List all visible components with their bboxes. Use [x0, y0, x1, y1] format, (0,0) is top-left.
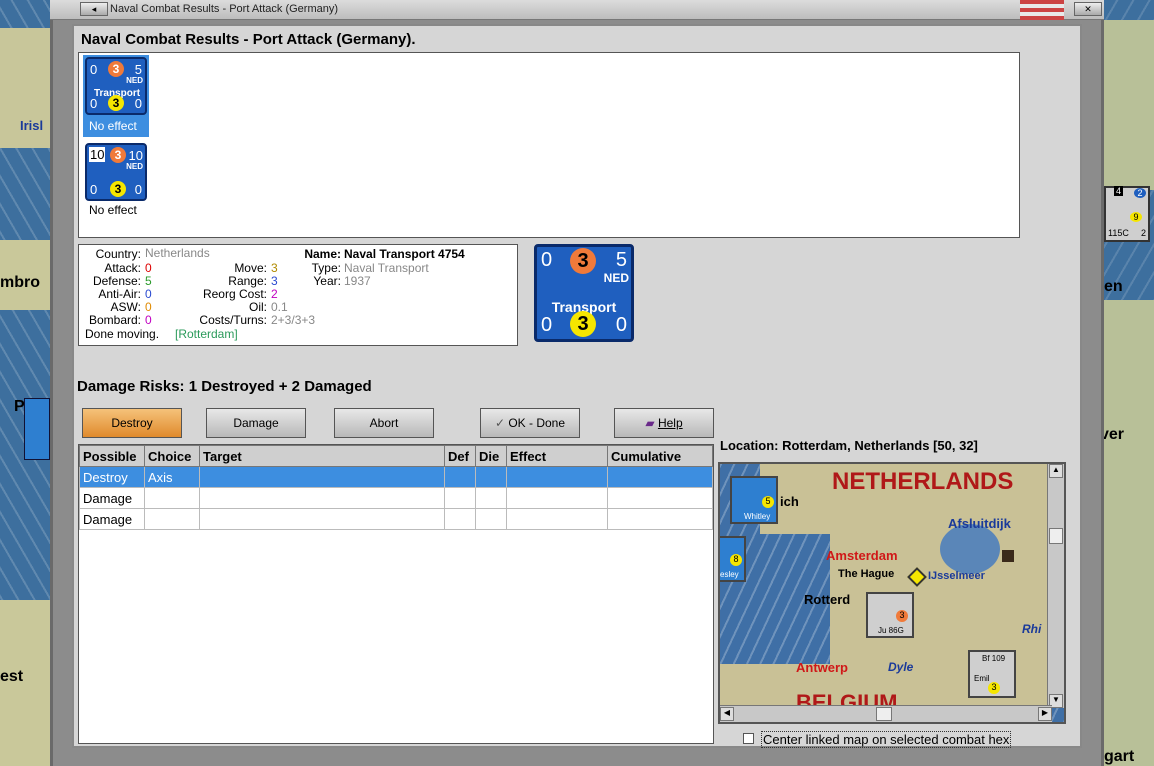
help-button[interactable]: ▰ Help — [614, 408, 714, 438]
abort-button[interactable]: Abort — [334, 408, 434, 438]
defense-value: 5 — [145, 274, 152, 288]
map-label-the-hague: The Hague — [838, 568, 895, 580]
column-header-effect[interactable]: Effect — [506, 445, 608, 467]
column-header-def[interactable]: Def — [444, 445, 476, 467]
center-map-checkbox-label: Center linked map on selected combat hex — [761, 731, 1012, 748]
ok-done-button[interactable]: ✓ OK - Done — [480, 408, 580, 438]
asw-value: 0 — [145, 300, 152, 314]
map-label-norwich: ich — [780, 494, 799, 509]
title-bar[interactable]: ◂ Naval Combat Results - Port Attack (Ge… — [50, 0, 1104, 20]
map-label-ijsselmeer: IJsselmeer — [928, 570, 985, 582]
unit-year: 1937 — [344, 274, 371, 288]
bombard-value: 0 — [145, 313, 152, 327]
country-value: Netherlands — [145, 246, 210, 260]
bg-label-gart: gart — [1104, 748, 1135, 765]
map-label-rhine: Rhi — [1022, 622, 1042, 636]
unit-entry[interactable]: 10 3 10 NED 0 3 0 No effect — [83, 141, 149, 221]
factory-icon — [1002, 550, 1014, 562]
damage-table-container[interactable]: Possible Choice Target Def Die Effect Cu… — [78, 444, 714, 744]
background-map-left: Irisl mbro est P — [0, 0, 52, 766]
dialog-heading: Naval Combat Results - Port Attack (Germ… — [81, 31, 416, 48]
minimap-horizontal-scrollbar[interactable]: ◀ ▶ — [720, 705, 1052, 722]
unit-status: No effect — [89, 203, 137, 217]
column-header-possible[interactable]: Possible — [79, 445, 145, 467]
bg-air-counter: 4 2 9 115C 2 — [1104, 186, 1150, 242]
map-label-rotterdam: Rotterd — [804, 592, 851, 607]
column-header-die[interactable]: Die — [475, 445, 507, 467]
destroy-button[interactable]: Destroy — [82, 408, 182, 438]
horizontal-scroll-thumb[interactable] — [876, 707, 892, 721]
scroll-up-icon[interactable]: ▲ — [1049, 464, 1063, 478]
scroll-left-icon[interactable]: ◀ — [720, 707, 734, 721]
unit-info-box: Country: Netherlands Attack: 0 Defense: … — [78, 244, 518, 346]
center-map-option[interactable]: Center linked map on selected combat hex — [743, 731, 1043, 748]
combat-unit-list[interactable]: 0 3 5 NED Transport 0 3 0 No effect 10 3… — [78, 52, 1020, 238]
window-menu-button[interactable]: ◂ — [80, 2, 108, 16]
map-label-dyle: Dyle — [888, 660, 914, 674]
ijsselmeer-water — [940, 524, 1000, 574]
background-map-right: en ver gart 4 2 9 115C 2 — [1100, 0, 1154, 766]
table-row[interactable]: Damage — [79, 508, 713, 530]
bg-label-en: en — [1104, 278, 1123, 295]
map-label-antwerp: Antwerp — [796, 660, 848, 675]
germany-flag-icon — [1020, 0, 1064, 20]
attack-value: 0 — [145, 261, 152, 275]
close-icon[interactable]: ✕ — [1074, 2, 1102, 16]
table-row[interactable]: Damage — [79, 487, 713, 509]
location-label: Location: Rotterdam, Netherlands [50, 32… — [720, 438, 978, 453]
book-icon: ▰ — [645, 416, 658, 430]
map-label-netherlands: NETHERLANDS — [832, 468, 1014, 495]
antiair-value: 0 — [145, 287, 152, 301]
check-icon: ✓ — [494, 416, 509, 430]
damage-risks-heading: Damage Risks: 1 Destroyed + 2 Damaged — [77, 378, 372, 395]
unit-type: Naval Transport — [344, 261, 429, 275]
unit-name: Naval Transport 4754 — [344, 247, 465, 261]
large-unit-counter: 0 3 5 NED Transport 0 3 0 — [534, 244, 634, 342]
table-row[interactable]: Destroy Axis — [79, 466, 713, 488]
map-label-amsterdam: Amsterdam — [826, 548, 898, 563]
unit-entry-selected[interactable]: 0 3 5 NED Transport 0 3 0 No effect — [83, 55, 149, 137]
center-map-checkbox[interactable] — [743, 733, 754, 744]
damage-button[interactable]: Damage — [206, 408, 306, 438]
bg-unit-counter — [24, 398, 50, 460]
unit-counter-warship[interactable]: 10 3 10 NED 0 3 0 — [85, 143, 147, 201]
minimap-vertical-scrollbar[interactable]: ▲ ▼ — [1047, 464, 1064, 708]
reorg-value: 2 — [271, 287, 278, 301]
location-minimap[interactable]: NETHERLANDS Afsluitdijk Amsterdam The Ha… — [718, 462, 1066, 724]
map-unit-wellesley[interactable]: 8 esley — [720, 536, 746, 582]
damage-table[interactable]: Possible Choice Target Def Die Effect Cu… — [79, 445, 713, 530]
scroll-right-icon[interactable]: ▶ — [1038, 707, 1052, 721]
map-label-afsluitdijk: Afsluitdijk — [948, 516, 1011, 531]
column-header-target[interactable]: Target — [199, 445, 445, 467]
bg-label-mbro: mbro — [0, 274, 40, 291]
costs-value: 2+3/3+3 — [271, 313, 316, 327]
oil-value: 0.1 — [271, 300, 288, 314]
window-title: Naval Combat Results - Port Attack (Germ… — [110, 3, 339, 15]
bg-label-irish: Irisl — [20, 118, 44, 133]
unit-status: No effect — [89, 119, 137, 133]
unit-counter-transport[interactable]: 0 3 5 NED Transport 0 3 0 — [85, 57, 147, 115]
map-unit-ju86g[interactable]: 3 Ju 86G — [866, 592, 914, 638]
vertical-scroll-thumb[interactable] — [1049, 528, 1063, 544]
bg-label-est: est — [0, 668, 24, 685]
map-unit-bf109[interactable]: Bf 109 Emil 3 — [968, 650, 1016, 698]
unit-location: [Rotterdam] — [175, 327, 238, 341]
column-header-cumulative[interactable]: Cumulative — [607, 445, 713, 467]
column-header-choice[interactable]: Choice — [144, 445, 200, 467]
map-unit-whitley[interactable]: 5 Whitley — [730, 476, 778, 524]
